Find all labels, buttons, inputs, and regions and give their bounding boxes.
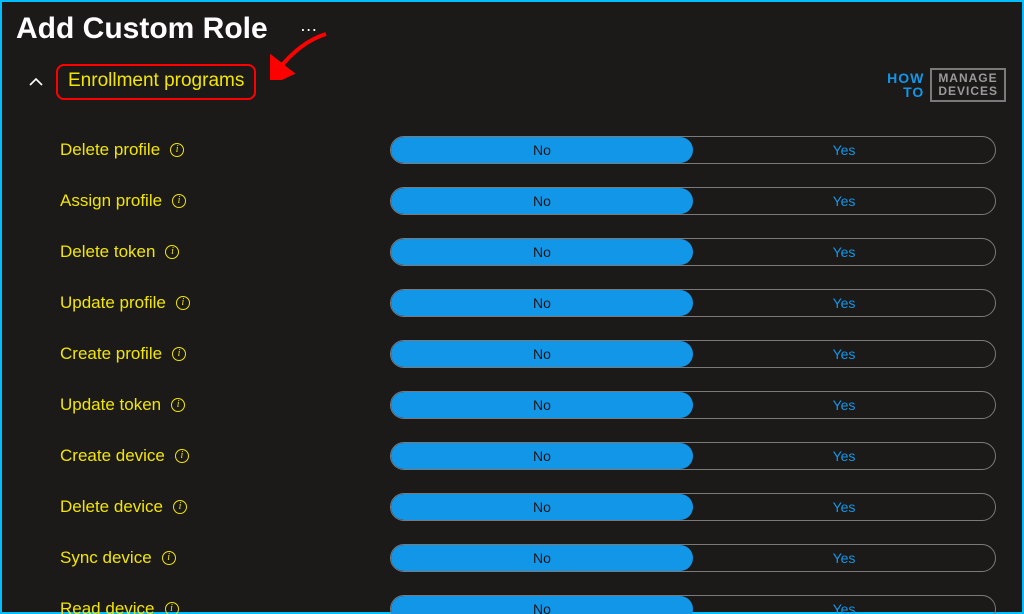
info-icon[interactable]: i (171, 398, 185, 412)
permission-row: Delete device i NoYes (60, 481, 1022, 532)
toggle-option-no[interactable]: No (391, 341, 693, 367)
toggle-option-yes[interactable]: Yes (693, 137, 995, 163)
toggle-option-yes[interactable]: Yes (693, 341, 995, 367)
section-header[interactable]: Enrollment programs (28, 64, 1022, 100)
permission-toggle[interactable]: NoYes (390, 544, 996, 572)
watermark: HOW TO MANAGE DEVICES (887, 68, 1006, 102)
toggle-option-yes[interactable]: Yes (693, 188, 995, 214)
toggle-option-yes[interactable]: Yes (693, 290, 995, 316)
info-icon[interactable]: i (172, 347, 186, 361)
permission-row: Assign profile i NoYes (60, 175, 1022, 226)
permission-label: Delete token (60, 242, 155, 262)
toggle-option-no[interactable]: No (391, 494, 693, 520)
chevron-up-icon (28, 74, 44, 90)
permission-toggle[interactable]: NoYes (390, 289, 996, 317)
permission-label: Create device (60, 446, 165, 466)
section-title: Enrollment programs (68, 70, 244, 91)
info-icon[interactable]: i (173, 500, 187, 514)
toggle-option-no[interactable]: No (391, 392, 693, 418)
toggle-option-no[interactable]: No (391, 188, 693, 214)
permission-toggle[interactable]: NoYes (390, 340, 996, 368)
permission-label: Delete device (60, 497, 163, 517)
permission-row: Create profile i NoYes (60, 328, 1022, 379)
info-icon[interactable]: i (170, 143, 184, 157)
permission-label: Read device (60, 599, 155, 614)
highlight-box: Enrollment programs (56, 64, 256, 100)
info-icon[interactable]: i (176, 296, 190, 310)
permission-row: Read device i NoYes (60, 583, 1022, 614)
permission-row: Update token i NoYes (60, 379, 1022, 430)
permission-row: Create device i NoYes (60, 430, 1022, 481)
toggle-option-no[interactable]: No (391, 596, 693, 614)
permission-toggle[interactable]: NoYes (390, 595, 996, 614)
permission-label: Assign profile (60, 191, 162, 211)
permission-label: Delete profile (60, 140, 160, 160)
toggle-option-yes[interactable]: Yes (693, 392, 995, 418)
watermark-text: TO (887, 85, 924, 99)
permission-toggle[interactable]: NoYes (390, 391, 996, 419)
permissions-list: Delete profileiNoYesAssign profileiNoYes… (2, 124, 1022, 614)
permission-row: Update profile i NoYes (60, 277, 1022, 328)
toggle-option-no[interactable]: No (391, 137, 693, 163)
page-title: Add Custom Role (16, 12, 268, 46)
toggle-option-no[interactable]: No (391, 443, 693, 469)
watermark-text: DEVICES (938, 85, 998, 98)
toggle-option-yes[interactable]: Yes (693, 545, 995, 571)
more-menu-icon[interactable]: … (300, 15, 320, 36)
watermark-text: HOW (887, 71, 924, 85)
permission-toggle[interactable]: NoYes (390, 493, 996, 521)
permission-toggle[interactable]: NoYes (390, 442, 996, 470)
toggle-option-no[interactable]: No (391, 290, 693, 316)
permission-row: Delete token i NoYes (60, 226, 1022, 277)
toggle-option-yes[interactable]: Yes (693, 443, 995, 469)
permission-toggle[interactable]: NoYes (390, 187, 996, 215)
permission-row: Delete profile i NoYes (60, 124, 1022, 175)
info-icon[interactable]: i (162, 551, 176, 565)
permission-label: Create profile (60, 344, 162, 364)
toggle-option-yes[interactable]: Yes (693, 494, 995, 520)
info-icon[interactable]: i (175, 449, 189, 463)
info-icon[interactable]: i (165, 602, 179, 614)
permission-label: Update profile (60, 293, 166, 313)
permission-label: Sync device (60, 548, 152, 568)
info-icon[interactable]: i (165, 245, 179, 259)
toggle-option-no[interactable]: No (391, 239, 693, 265)
permission-row: Sync device i NoYes (60, 532, 1022, 583)
toggle-option-no[interactable]: No (391, 545, 693, 571)
permission-label: Update token (60, 395, 161, 415)
toggle-option-yes[interactable]: Yes (693, 239, 995, 265)
toggle-option-yes[interactable]: Yes (693, 596, 995, 614)
info-icon[interactable]: i (172, 194, 186, 208)
permission-toggle[interactable]: NoYes (390, 238, 996, 266)
permission-toggle[interactable]: NoYes (390, 136, 996, 164)
